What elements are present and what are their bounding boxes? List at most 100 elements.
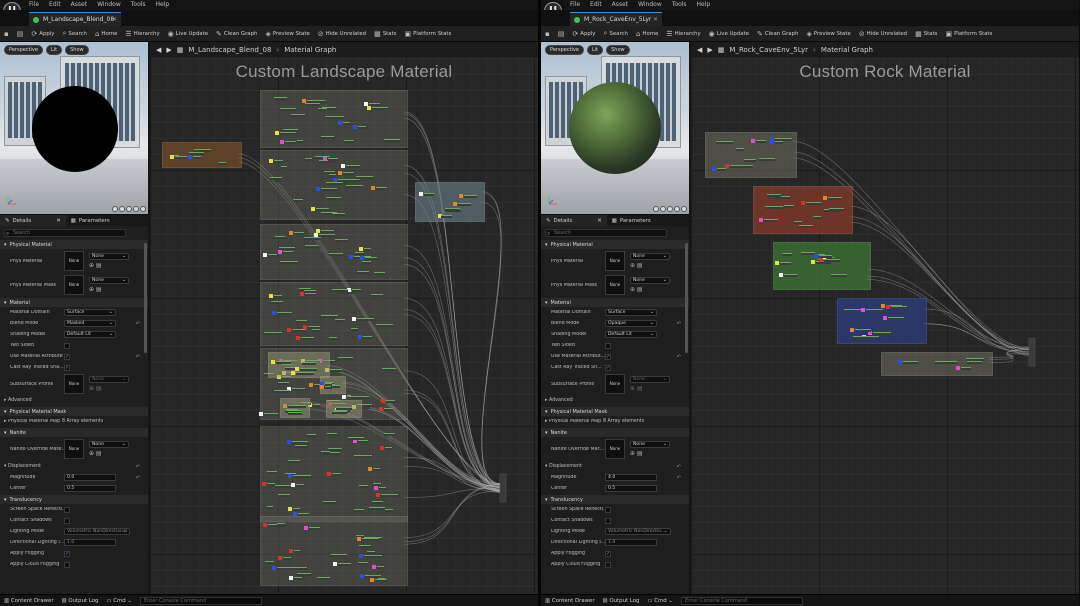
material-node[interactable] [384, 138, 401, 142]
material-node[interactable] [337, 563, 351, 567]
screen-space-reflections-checkbox[interactable] [605, 506, 611, 513]
magnitude-field[interactable]: 4.0 [605, 474, 657, 481]
section-translucency[interactable]: ▾ Translucency [0, 495, 148, 504]
material-node[interactable] [763, 218, 778, 222]
material-node[interactable] [775, 141, 784, 144]
browse-asset-icon[interactable]: ⊕ ▤ [630, 262, 670, 269]
texture-node-swatch[interactable] [332, 562, 337, 567]
material-node[interactable] [321, 314, 338, 318]
asset-thumbnail[interactable]: None [605, 275, 625, 295]
material-node[interactable] [338, 178, 355, 182]
section-physical-material-mask[interactable]: ▾ Physical Material Mask [0, 407, 148, 416]
cmd-dropdown[interactable]: ▭ Cmd ⌄ [106, 598, 131, 604]
texture-node-swatch[interactable] [340, 163, 345, 168]
material-node[interactable] [296, 371, 314, 375]
material-node[interactable] [359, 485, 368, 489]
toolbar-home-button[interactable]: ⌂ Home [632, 30, 662, 38]
texture-node-swatch[interactable] [188, 154, 193, 159]
asset-thumbnail[interactable]: None [605, 439, 625, 459]
menu-asset[interactable]: Asset [71, 1, 87, 8]
material-node[interactable] [331, 472, 341, 476]
texture-node-swatch[interactable] [259, 411, 264, 416]
material-node[interactable] [781, 253, 793, 257]
output-log-button[interactable]: ▤ Output Log [62, 598, 99, 604]
material-node[interactable] [304, 293, 316, 297]
material-node[interactable] [275, 360, 292, 364]
material-node[interactable] [866, 308, 883, 312]
material-node[interactable] [780, 262, 792, 266]
material-node[interactable] [303, 289, 316, 293]
material-node[interactable] [357, 317, 375, 321]
material-node[interactable] [362, 537, 380, 541]
close-tab-icon[interactable]: ✕ [112, 16, 117, 23]
material-node[interactable] [806, 201, 822, 205]
material-node[interactable] [358, 126, 366, 130]
material-node[interactable] [336, 116, 344, 120]
section-physical-material[interactable]: ▾ Physical Material [0, 240, 148, 249]
material-node[interactable] [307, 99, 325, 103]
material-node[interactable] [386, 399, 395, 403]
shading-model-dropdown[interactable]: Default Lit [64, 331, 116, 338]
material-node[interactable] [318, 108, 328, 112]
use-material-attributes-checkbox[interactable]: ✓ [64, 353, 70, 360]
material-node[interactable] [376, 565, 385, 569]
reset-arrow-icon[interactable]: ↶ [136, 464, 140, 470]
toolbar-search-button[interactable]: ⌕ Search [599, 29, 631, 38]
details-search-input[interactable]: Search [4, 229, 126, 237]
close-icon[interactable]: ✕ [56, 218, 61, 224]
texture-node-swatch[interactable] [262, 252, 267, 257]
reset-arrow-icon[interactable]: ↶ [677, 354, 681, 360]
material-node[interactable] [903, 360, 919, 364]
material-node[interactable] [264, 412, 278, 416]
material-node[interactable] [332, 411, 342, 415]
menu-file[interactable]: File [570, 1, 580, 8]
texture-node-swatch[interactable] [381, 398, 386, 403]
section-material[interactable]: ▾ Material [541, 298, 689, 307]
displacement-row[interactable]: ▾ Displacement ↶ [0, 461, 148, 472]
texture-node-swatch[interactable] [819, 258, 824, 263]
asset-picker-dropdown[interactable]: None [630, 277, 670, 284]
lighting-mode-dropdown[interactable]: Volumetric NonDirectio... [605, 528, 671, 535]
material-node[interactable] [275, 484, 292, 488]
preview-viewport[interactable]: Perspective Lit Show [0, 42, 148, 214]
toolbar-stats-button[interactable]: ▦ Stats [911, 30, 941, 38]
toolbar-hierarchy-button[interactable]: ☰ Hierarchy [662, 30, 704, 38]
material-node[interactable] [329, 337, 337, 341]
material-node[interactable] [812, 216, 821, 220]
toolbar-hierarchy-button[interactable]: ☰ Hierarchy [121, 30, 163, 38]
material-node[interactable] [379, 487, 386, 491]
asset-picker-dropdown[interactable]: None [630, 253, 670, 260]
material-node[interactable] [288, 404, 303, 408]
texture-node-swatch[interactable] [278, 250, 283, 255]
blend-mode-dropdown[interactable]: Opaque [605, 320, 657, 327]
toolbar-live-update-button[interactable]: ◉ Live Update [705, 30, 753, 38]
section-nanite[interactable]: ▾ Nanite [0, 428, 148, 437]
material-node[interactable] [371, 106, 388, 110]
texture-node-swatch[interactable] [341, 395, 346, 400]
texture-node-swatch[interactable] [371, 185, 376, 190]
section-nanite[interactable]: ▾ Nanite [541, 428, 689, 437]
reset-arrow-icon[interactable]: ↶ [677, 321, 681, 327]
viewport-show-button[interactable]: Show [65, 45, 89, 55]
texture-node-swatch[interactable] [348, 254, 353, 259]
reset-arrow-icon[interactable]: ↶ [677, 475, 681, 481]
material-node[interactable] [329, 368, 342, 372]
material-node[interactable] [274, 236, 286, 240]
material-node[interactable] [277, 566, 293, 570]
material-node[interactable] [295, 319, 307, 323]
material-node[interactable] [330, 553, 348, 557]
asset-tab[interactable]: M_Landscape_Blend_08 ✕ [29, 12, 121, 26]
texture-node-swatch[interactable] [299, 292, 304, 297]
center-field[interactable]: 0.5 [605, 485, 657, 492]
menu-edit[interactable]: Edit [49, 1, 61, 8]
material-node[interactable] [274, 96, 287, 100]
asset-thumbnail[interactable]: None [64, 275, 84, 295]
texture-node-swatch[interactable] [371, 564, 376, 569]
texture-node-swatch[interactable] [358, 247, 363, 252]
material-node[interactable] [350, 327, 358, 331]
texture-node-swatch[interactable] [309, 383, 314, 388]
texture-node-swatch[interactable] [262, 522, 267, 527]
asset-picker-dropdown[interactable]: None [89, 277, 129, 284]
material-node[interactable] [346, 396, 353, 400]
material-node[interactable] [827, 196, 843, 200]
